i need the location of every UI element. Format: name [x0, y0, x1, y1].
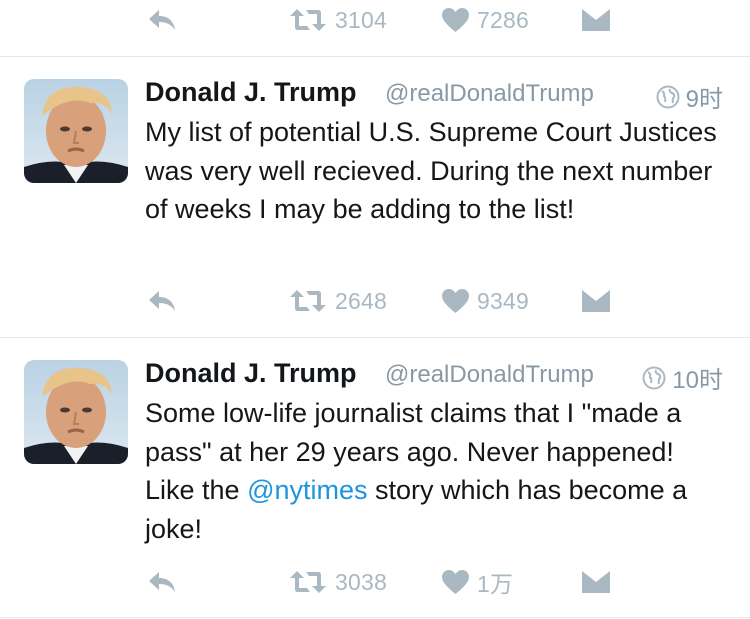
- mention-link[interactable]: @nytimes: [247, 475, 367, 505]
- direct-message-icon: [582, 290, 610, 312]
- author-handle[interactable]: @realDonaldTrump: [385, 361, 594, 389]
- avatar[interactable]: [24, 79, 128, 183]
- author-name[interactable]: Donald J. Trump: [145, 77, 357, 108]
- direct-message-icon: [582, 571, 610, 593]
- reply-icon: [149, 572, 175, 592]
- retweet-button[interactable]: 3104: [289, 0, 387, 40]
- heart-icon: [442, 569, 469, 594]
- divider: [0, 56, 750, 57]
- reply-button[interactable]: [146, 562, 178, 602]
- retweet-button[interactable]: 3038: [289, 562, 387, 602]
- tweet-text: My list of potential U.S. Supreme Court …: [145, 117, 717, 224]
- retweet-icon: [290, 9, 326, 31]
- retweet-icon: [290, 290, 326, 312]
- reply-button[interactable]: [146, 0, 178, 40]
- globe-icon: [642, 366, 666, 389]
- direct-message-button[interactable]: [582, 562, 610, 602]
- tweet-actions: 2648 9349: [0, 281, 750, 321]
- tweet-time[interactable]: 10时: [642, 360, 723, 395]
- heart-icon: [442, 7, 469, 32]
- reply-icon: [149, 291, 175, 311]
- like-count: 7286: [477, 6, 529, 33]
- avatar-image: [24, 79, 128, 183]
- tweet-time[interactable]: 9时: [656, 79, 723, 114]
- like-count: 1万: [477, 571, 514, 597]
- direct-message-icon: [582, 9, 610, 31]
- like-button[interactable]: 9349: [442, 281, 529, 321]
- avatar[interactable]: [24, 360, 128, 464]
- tweet-time-text: 9时: [685, 86, 723, 113]
- direct-message-button[interactable]: [582, 281, 610, 321]
- author-name[interactable]: Donald J. Trump: [145, 358, 357, 389]
- globe-icon: [656, 85, 680, 108]
- direct-message-button[interactable]: [582, 0, 610, 40]
- divider: [0, 617, 750, 618]
- like-button[interactable]: 1万: [442, 562, 513, 602]
- timeline: 3104 7286 Donald J. Trump @realDonaldTru…: [0, 0, 750, 619]
- heart-icon: [442, 288, 469, 313]
- retweet-count: 3104: [335, 6, 387, 33]
- tweet-text: Some low-life journalist claims that I "…: [145, 394, 725, 548]
- retweet-button[interactable]: 2648: [289, 281, 387, 321]
- retweet-icon: [290, 571, 326, 593]
- like-button[interactable]: 7286: [442, 0, 529, 40]
- author-handle[interactable]: @realDonaldTrump: [385, 80, 594, 108]
- retweet-count: 2648: [335, 287, 387, 314]
- tweet-time-text: 10时: [672, 367, 723, 394]
- reply-icon: [149, 10, 175, 30]
- divider: [0, 337, 750, 338]
- tweet-actions-top: 3104 7286: [0, 0, 750, 40]
- tweet-header: Donald J. Trump @realDonaldTrump 9时: [145, 77, 735, 113]
- avatar-image: [24, 360, 128, 464]
- reply-button[interactable]: [146, 281, 178, 321]
- like-count: 9349: [477, 287, 529, 314]
- retweet-count: 3038: [335, 568, 387, 595]
- tweet-header: Donald J. Trump @realDonaldTrump 10时: [145, 358, 735, 394]
- tweet-actions: 3038 1万: [0, 562, 750, 602]
